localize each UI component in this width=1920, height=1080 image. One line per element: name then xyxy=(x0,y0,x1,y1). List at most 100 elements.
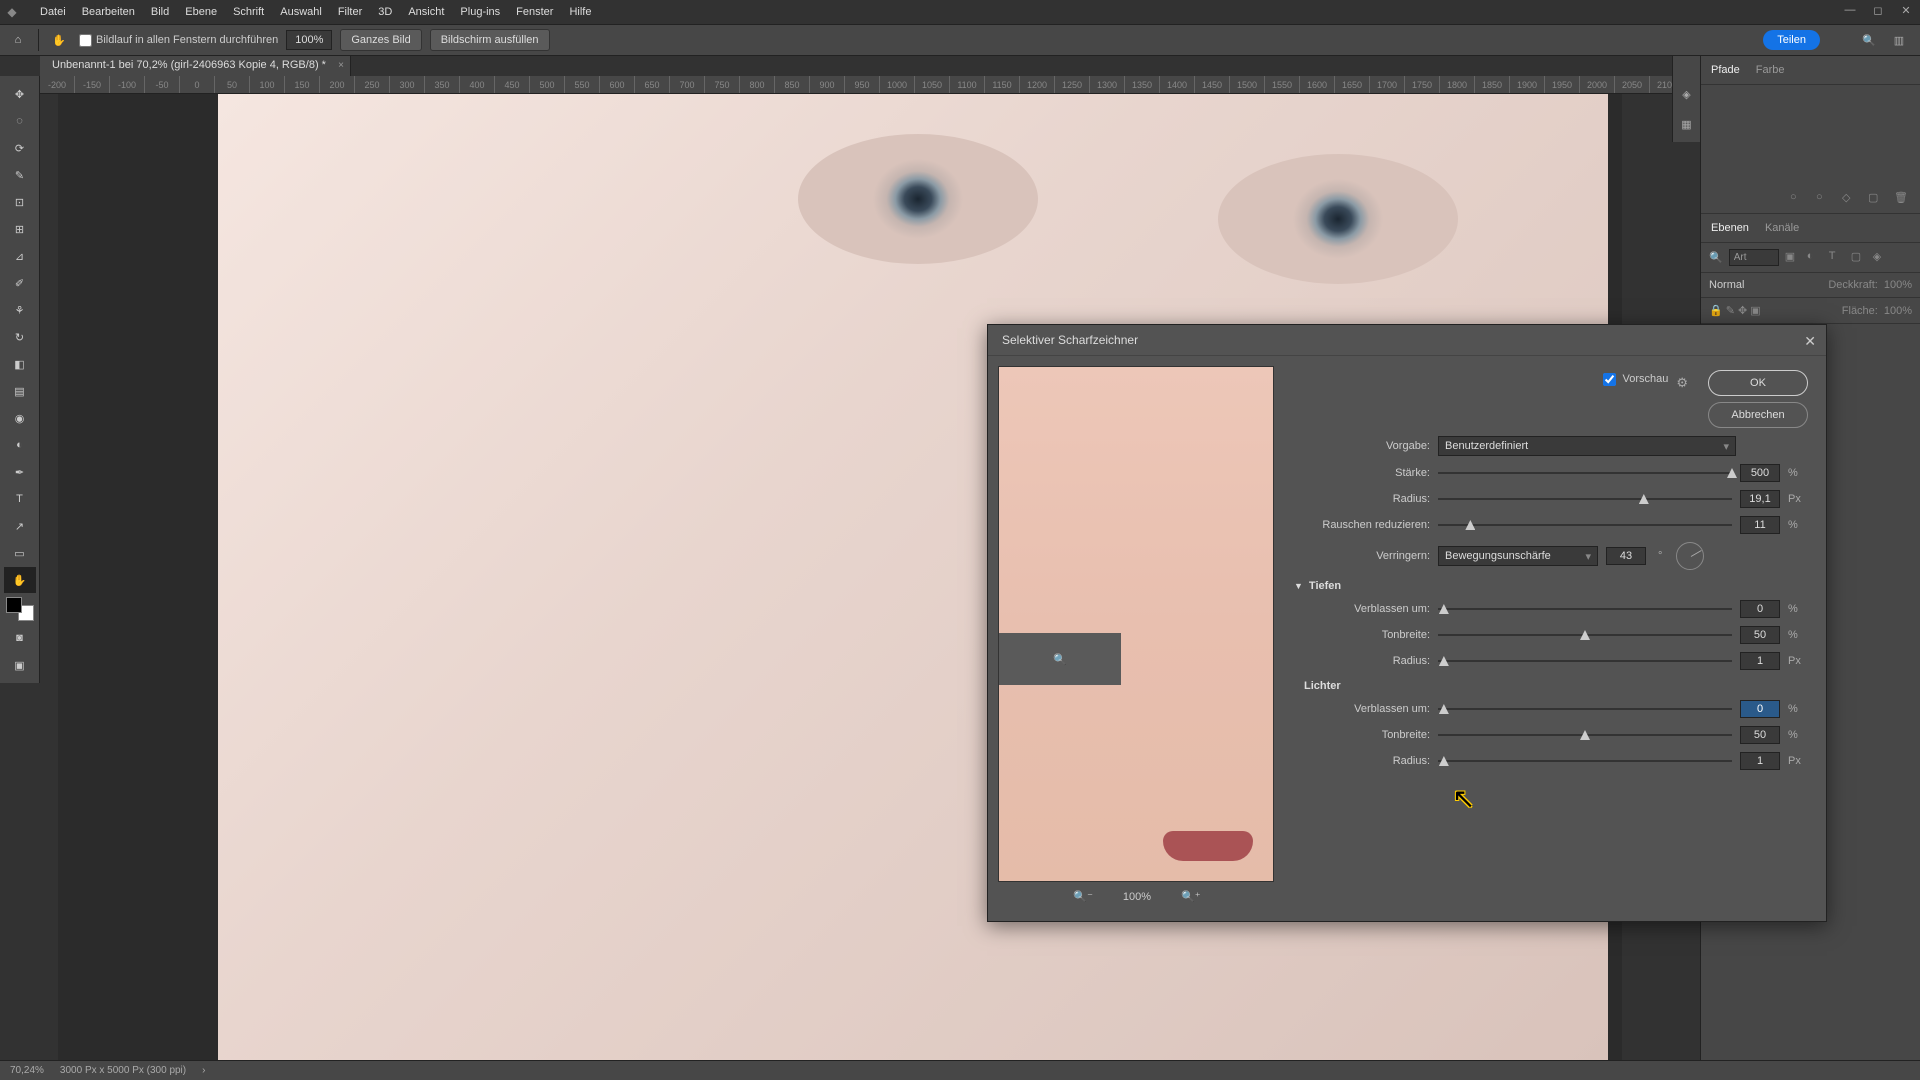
filter-smart-icon[interactable]: ◈ xyxy=(1873,250,1889,266)
eyedropper-tool[interactable]: ⊿ xyxy=(4,243,36,269)
dialog-titlebar[interactable]: Selektiver Scharfzeichner ✕ xyxy=(988,325,1826,356)
properties-icon[interactable]: ◈ xyxy=(1675,82,1699,106)
menu-ebene[interactable]: Ebene xyxy=(177,2,225,22)
hl-fade-value[interactable] xyxy=(1740,700,1780,718)
search-icon[interactable]: 🔍 xyxy=(1858,29,1880,51)
shadows-section-toggle[interactable]: ▼ Tiefen xyxy=(1294,580,1808,592)
opacity-value[interactable]: 100% xyxy=(1884,279,1912,291)
menu-fenster[interactable]: Fenster xyxy=(508,2,561,22)
brush-tool[interactable]: ✐ xyxy=(4,270,36,296)
angle-value[interactable] xyxy=(1606,547,1646,565)
window-minimize-icon[interactable]: — xyxy=(1836,0,1864,20)
radius-value[interactable] xyxy=(1740,490,1780,508)
circle2-icon[interactable]: ○ xyxy=(1816,191,1832,207)
lock-icons[interactable]: 🔒 ✎ ✥ ▣ xyxy=(1709,304,1761,317)
foreground-color-swatch[interactable] xyxy=(6,597,22,613)
filter-image-icon[interactable]: ▣ xyxy=(1785,250,1801,266)
adjustments-icon[interactable]: ▦ xyxy=(1675,112,1699,136)
hand-tool[interactable]: ✋ xyxy=(4,567,36,593)
hl-radius-value[interactable] xyxy=(1740,752,1780,770)
zoom-in-icon[interactable]: 🔍 xyxy=(1053,653,1067,666)
tab-ebenen[interactable]: Ebenen xyxy=(1709,218,1751,238)
amount-slider[interactable] xyxy=(1438,466,1732,480)
crop-tool[interactable]: ⊡ xyxy=(4,189,36,215)
fill-value[interactable]: 100% xyxy=(1884,305,1912,317)
blend-mode[interactable]: Normal xyxy=(1709,279,1779,291)
type-tool[interactable]: T xyxy=(4,486,36,512)
hl-fade-slider[interactable] xyxy=(1438,702,1732,716)
eraser-tool[interactable]: ◧ xyxy=(4,351,36,377)
zoom-in-icon-2[interactable]: 🔍⁺ xyxy=(1181,890,1201,903)
document-tab[interactable]: Unbenannt-1 bei 70,2% (girl-2406963 Kopi… xyxy=(40,56,351,76)
hand-tool-icon[interactable]: ✋ xyxy=(47,28,71,52)
diamond-icon[interactable]: ◇ xyxy=(1842,191,1858,207)
fill-screen-button[interactable]: Bildschirm ausfüllen xyxy=(430,29,550,51)
status-zoom[interactable]: 70,24% xyxy=(10,1065,44,1076)
sh-radius-value[interactable] xyxy=(1740,652,1780,670)
sh-fade-slider[interactable] xyxy=(1438,602,1732,616)
menu-hilfe[interactable]: Hilfe xyxy=(561,2,599,22)
hl-radius-slider[interactable] xyxy=(1438,754,1732,768)
shape-tool[interactable]: ▭ xyxy=(4,540,36,566)
menu-filter[interactable]: Filter xyxy=(330,2,370,22)
sh-radius-slider[interactable] xyxy=(1438,654,1732,668)
highlights-section-toggle[interactable]: Lichter xyxy=(1304,680,1808,692)
lasso-tool[interactable]: ⟳ xyxy=(4,135,36,161)
layer-filter-kind[interactable] xyxy=(1729,249,1779,266)
status-arrow-icon[interactable]: › xyxy=(202,1065,205,1076)
ok-button[interactable]: OK xyxy=(1708,370,1808,396)
share-button[interactable]: Teilen xyxy=(1763,30,1820,50)
preview-checkbox-row[interactable]: Vorschau xyxy=(1603,373,1668,386)
document-tab-close-icon[interactable]: × xyxy=(338,60,344,71)
sh-fade-value[interactable] xyxy=(1740,600,1780,618)
search-icon[interactable]: 🔍 xyxy=(1709,251,1723,264)
trash-icon[interactable]: 🗑 xyxy=(1894,191,1910,207)
cancel-button[interactable]: Abbrechen xyxy=(1708,402,1808,428)
move-tool[interactable]: ✥ xyxy=(4,81,36,107)
hl-tone-slider[interactable] xyxy=(1438,728,1732,742)
path-tool[interactable]: ↗ xyxy=(4,513,36,539)
tab-kanaele[interactable]: Kanäle xyxy=(1763,218,1801,238)
scroll-all-windows-check[interactable]: Bildlauf in allen Fenstern durchführen xyxy=(79,34,278,47)
wand-tool[interactable]: ✎ xyxy=(4,162,36,188)
settings-gear-icon[interactable]: ⚙ xyxy=(1676,375,1688,391)
menu-ansicht[interactable]: Ansicht xyxy=(400,2,452,22)
menu-3d[interactable]: 3D xyxy=(370,2,400,22)
zoom-out-icon[interactable]: 🔍⁻ xyxy=(1073,890,1093,903)
square-icon[interactable]: ▢ xyxy=(1868,191,1884,207)
scroll-all-checkbox[interactable] xyxy=(79,34,92,47)
preset-dropdown[interactable]: Benutzerdefiniert xyxy=(1438,436,1736,456)
amount-value[interactable] xyxy=(1740,464,1780,482)
noise-slider[interactable] xyxy=(1438,518,1732,532)
noise-value[interactable] xyxy=(1740,516,1780,534)
remove-dropdown[interactable]: Bewegungsunschärfe xyxy=(1438,546,1598,566)
sh-tone-slider[interactable] xyxy=(1438,628,1732,642)
radius-slider[interactable] xyxy=(1438,492,1732,506)
preview-image[interactable]: 🔍 xyxy=(998,366,1274,882)
preview-zoom-rect[interactable]: 🔍 xyxy=(999,633,1121,685)
angle-dial[interactable] xyxy=(1676,542,1704,570)
home-icon[interactable]: ⌂ xyxy=(6,28,30,52)
clone-tool[interactable]: ⚘ xyxy=(4,297,36,323)
quickmask-tool[interactable]: ◙ xyxy=(4,625,36,651)
menu-schrift[interactable]: Schrift xyxy=(225,2,272,22)
filter-adjust-icon[interactable]: ◐ xyxy=(1807,250,1823,266)
zoom-field[interactable]: 100% xyxy=(286,30,332,50)
screenmode-tool[interactable]: ▣ xyxy=(4,652,36,678)
frame-tool[interactable]: ⊞ xyxy=(4,216,36,242)
circle-icon[interactable]: ○ xyxy=(1790,191,1806,207)
window-maximize-icon[interactable]: ◻ xyxy=(1864,0,1892,20)
gradient-tool[interactable]: ▤ xyxy=(4,378,36,404)
sh-tone-value[interactable] xyxy=(1740,626,1780,644)
tab-pfade[interactable]: Pfade xyxy=(1709,60,1742,80)
menu-datei[interactable]: Datei xyxy=(32,2,74,22)
menu-bild[interactable]: Bild xyxy=(143,2,177,22)
menu-auswahl[interactable]: Auswahl xyxy=(272,2,330,22)
pen-tool[interactable]: ✒ xyxy=(4,459,36,485)
hl-tone-value[interactable] xyxy=(1740,726,1780,744)
fit-screen-button[interactable]: Ganzes Bild xyxy=(340,29,421,51)
tab-farbe[interactable]: Farbe xyxy=(1754,60,1787,80)
color-swatch[interactable] xyxy=(6,597,34,621)
preview-checkbox[interactable] xyxy=(1603,373,1616,386)
workspace-icon[interactable]: ▥ xyxy=(1888,29,1910,51)
